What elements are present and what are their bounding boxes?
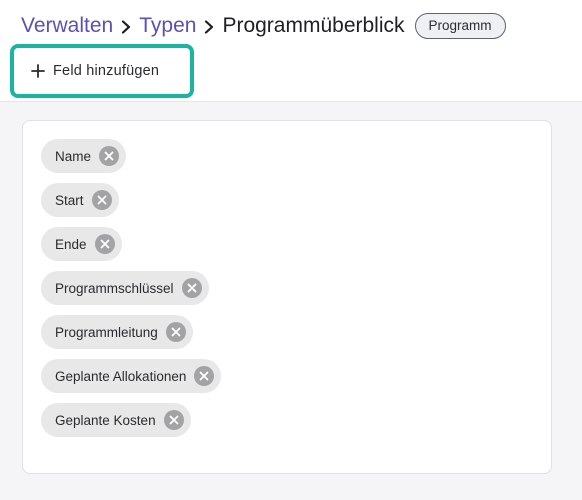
remove-icon[interactable] bbox=[99, 146, 120, 166]
remove-icon[interactable] bbox=[181, 278, 202, 298]
breadcrumb-link-verwalten[interactable]: Verwalten bbox=[21, 14, 113, 38]
page-title: Programmüberblick bbox=[222, 14, 405, 37]
field-chip: Programmleitung bbox=[41, 315, 193, 349]
chevron-right-icon bbox=[113, 10, 139, 42]
breadcrumb-link-typen[interactable]: Typen bbox=[139, 14, 196, 38]
field-chip-list: Name Start Ende Programmschlüssel Progra… bbox=[41, 139, 222, 447]
field-chip: Start bbox=[41, 183, 119, 217]
field-chip-label: Ende bbox=[55, 236, 87, 252]
breadcrumb: Verwalten Typen Programmüberblick Progra… bbox=[21, 10, 506, 42]
field-chip-label: Programmleitung bbox=[55, 324, 158, 340]
remove-icon[interactable] bbox=[91, 190, 112, 210]
type-badge: Programm bbox=[414, 13, 506, 39]
remove-icon[interactable] bbox=[94, 234, 115, 254]
plus-icon bbox=[31, 64, 45, 78]
field-chip: Programmschlüssel bbox=[41, 271, 209, 305]
page-header: Verwalten Typen Programmüberblick Progra… bbox=[0, 0, 582, 102]
remove-icon[interactable] bbox=[194, 366, 215, 386]
field-chip: Ende bbox=[41, 227, 122, 261]
chevron-right-icon bbox=[196, 10, 222, 42]
field-chip-label: Name bbox=[55, 148, 92, 164]
field-chip-label: Geplante Allokationen bbox=[55, 368, 187, 384]
field-chip: Name bbox=[41, 139, 127, 173]
remove-icon[interactable] bbox=[163, 410, 184, 430]
field-list-panel: Name Start Ende Programmschlüssel Progra… bbox=[22, 120, 552, 474]
field-chip: Geplante Kosten bbox=[41, 403, 191, 437]
field-chip-label: Programmschlüssel bbox=[55, 280, 174, 296]
field-chip: Geplante Allokationen bbox=[41, 359, 222, 393]
field-chip-label: Geplante Kosten bbox=[55, 412, 156, 428]
add-field-label: Feld hinzufügen bbox=[53, 63, 160, 79]
add-field-button[interactable]: Feld hinzufügen bbox=[10, 44, 194, 98]
field-chip-label: Start bbox=[55, 192, 84, 208]
remove-icon[interactable] bbox=[165, 322, 186, 342]
